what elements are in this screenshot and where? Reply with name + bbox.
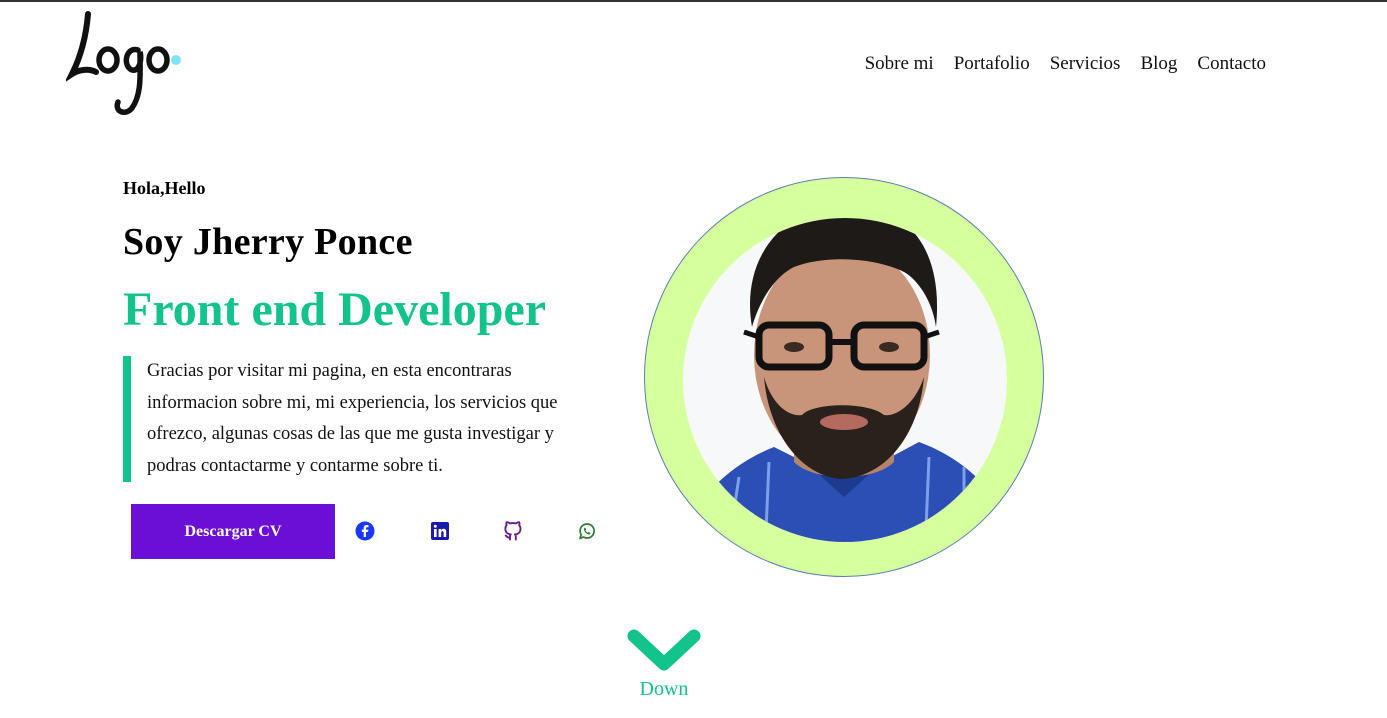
whatsapp-link[interactable]	[577, 521, 597, 541]
greeting: Hola,Hello	[123, 178, 206, 198]
hero-name: Soy Jherry Ponce	[123, 221, 413, 263]
nav-item-contacto[interactable]: Contacto	[1197, 52, 1266, 76]
nav-item-sobre-mi[interactable]: Sobre mi	[865, 52, 934, 76]
linkedin-link[interactable]	[430, 521, 450, 541]
nav-item-portafolio[interactable]: Portafolio	[954, 52, 1030, 76]
github-link[interactable]	[503, 521, 523, 541]
scroll-down-button[interactable]: Down	[614, 628, 714, 708]
nav-item-servicios[interactable]: Servicios	[1050, 52, 1121, 76]
facebook-icon	[355, 521, 375, 541]
hero-role: Front end Developer	[123, 283, 547, 336]
chevron-down-icon	[627, 629, 701, 671]
logo-dot	[171, 55, 181, 65]
profile-photo	[644, 177, 1044, 577]
scroll-down-label: Down	[639, 678, 689, 700]
github-icon	[504, 521, 522, 541]
top-border	[0, 0, 1387, 2]
facebook-link[interactable]	[355, 521, 375, 541]
bio-block: Gracias por visitar mi pagina, en esta e…	[123, 356, 593, 482]
logo[interactable]	[66, 8, 186, 118]
bio-text: Gracias por visitar mi pagina, en esta e…	[147, 361, 558, 476]
whatsapp-icon	[579, 523, 595, 540]
main-nav: Sobre mi Portafolio Servicios Blog Conta…	[865, 52, 1266, 76]
download-cv-button[interactable]: Descargar CV	[131, 504, 335, 559]
linkedin-icon	[431, 522, 449, 540]
nav-item-blog[interactable]: Blog	[1140, 52, 1177, 76]
